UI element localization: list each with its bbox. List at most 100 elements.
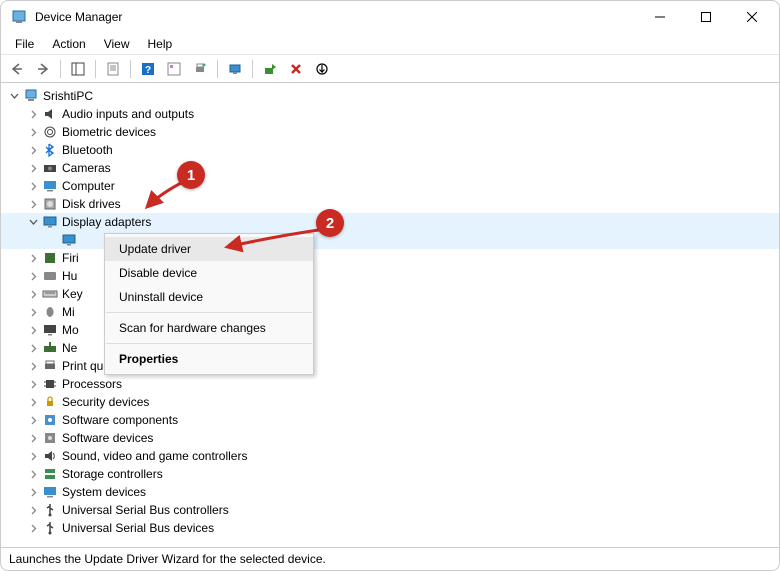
ctx-uninstall-device[interactable]: Uninstall device (105, 285, 313, 309)
node-label: Ne (62, 341, 77, 355)
node-usb[interactable]: Universal Serial Bus devices (1, 519, 779, 537)
expand-closed-icon[interactable] (26, 251, 40, 265)
node-label: Processors (62, 377, 122, 391)
node-computer[interactable]: Computer (1, 177, 779, 195)
annotation-arrow-2 (221, 223, 331, 255)
expand-closed-icon[interactable] (26, 197, 40, 211)
toolbar-separator (217, 60, 218, 78)
menu-view[interactable]: View (96, 35, 138, 53)
ctx-separator (106, 343, 312, 344)
node-label: Mi (62, 305, 75, 319)
expand-closed-icon[interactable] (26, 449, 40, 463)
help-button[interactable]: ? (136, 57, 160, 81)
node-label: Audio inputs and outputs (62, 107, 194, 121)
node-label: Biometric devices (62, 125, 156, 139)
softcomp-icon (42, 412, 58, 428)
expand-closed-icon[interactable] (26, 287, 40, 301)
expand-closed-icon[interactable] (26, 395, 40, 409)
scan-hardware-button[interactable] (223, 57, 247, 81)
node-label: Computer (62, 179, 115, 193)
device-tree[interactable]: SrishtiPC Audio inputs and outputs Biometr… (1, 83, 779, 548)
expand-closed-icon[interactable] (26, 341, 40, 355)
node-label: Security devices (62, 395, 149, 409)
firmware-icon (42, 250, 58, 266)
menu-action[interactable]: Action (44, 35, 93, 53)
softdev-icon (42, 430, 58, 446)
properties-button[interactable] (101, 57, 125, 81)
node-camera[interactable]: Cameras (1, 159, 779, 177)
node-storage[interactable]: Storage controllers (1, 465, 779, 483)
monitor-icon (42, 322, 58, 338)
node-label: Display adapters (62, 215, 151, 229)
node-audio[interactable]: Audio inputs and outputs (1, 105, 779, 123)
node-processor[interactable]: Processors (1, 375, 779, 393)
security-icon (42, 394, 58, 410)
update-driver-button[interactable] (258, 57, 282, 81)
ctx-properties[interactable]: Properties (105, 347, 313, 371)
node-display[interactable]: Display adapters (1, 213, 779, 231)
close-button[interactable] (729, 1, 775, 33)
expand-none (45, 233, 59, 247)
processor-icon (42, 376, 58, 392)
disable-button[interactable] (310, 57, 334, 81)
toolbar-separator (60, 60, 61, 78)
expand-closed-icon[interactable] (26, 107, 40, 121)
expand-closed-icon[interactable] (26, 125, 40, 139)
pc-icon (23, 88, 39, 104)
network-icon (42, 340, 58, 356)
node-label: SrishtiPC (43, 89, 93, 103)
node-system[interactable]: System devices (1, 483, 779, 501)
expand-closed-icon[interactable] (26, 305, 40, 319)
expand-closed-icon[interactable] (26, 503, 40, 517)
expand-closed-icon[interactable] (26, 179, 40, 193)
expand-closed-icon[interactable] (26, 413, 40, 427)
ctx-disable-device[interactable]: Disable device (105, 261, 313, 285)
expand-closed-icon[interactable] (26, 323, 40, 337)
back-button[interactable] (5, 57, 29, 81)
menu-file[interactable]: File (7, 35, 42, 53)
print-button[interactable] (188, 57, 212, 81)
toolbar: ? (1, 55, 779, 83)
node-sound[interactable]: Sound, video and game controllers (1, 447, 779, 465)
expand-closed-icon[interactable] (26, 485, 40, 499)
node-bluetooth[interactable]: Bluetooth (1, 141, 779, 159)
expand-closed-icon[interactable] (26, 431, 40, 445)
node-label: Firi (62, 251, 79, 265)
menu-help[interactable]: Help (140, 35, 181, 53)
show-hide-tree-button[interactable] (66, 57, 90, 81)
node-biometric[interactable]: Biometric devices (1, 123, 779, 141)
expand-closed-icon[interactable] (26, 143, 40, 157)
node-usb[interactable]: Universal Serial Bus controllers (1, 501, 779, 519)
expand-closed-icon[interactable] (26, 359, 40, 373)
bluetooth-icon (42, 142, 58, 158)
mouse-icon (42, 304, 58, 320)
expand-closed-icon[interactable] (26, 467, 40, 481)
uninstall-button[interactable] (284, 57, 308, 81)
maximize-button[interactable] (683, 1, 729, 33)
minimize-button[interactable] (637, 1, 683, 33)
node-softcomp[interactable]: Software components (1, 411, 779, 429)
node-label: Universal Serial Bus devices (62, 521, 214, 535)
audio-icon (42, 106, 58, 122)
expand-closed-icon[interactable] (26, 521, 40, 535)
storage-icon (42, 466, 58, 482)
menubar: File Action View Help (1, 33, 779, 55)
status-bar: Launches the Update Driver Wizard for th… (1, 548, 779, 570)
node-softdev[interactable]: Software devices (1, 429, 779, 447)
expand-closed-icon[interactable] (26, 269, 40, 283)
annotation-badge-1: 1 (177, 161, 205, 189)
hid-icon (42, 268, 58, 284)
ctx-scan-hardware[interactable]: Scan for hardware changes (105, 316, 313, 340)
toolbar-separator (95, 60, 96, 78)
expand-open-icon[interactable] (26, 215, 40, 229)
node-disk[interactable]: Disk drives (1, 195, 779, 213)
forward-button[interactable] (31, 57, 55, 81)
node-label: Software components (62, 413, 178, 427)
expand-closed-icon[interactable] (26, 161, 40, 175)
expand-open-icon[interactable] (7, 89, 21, 103)
node-security[interactable]: Security devices (1, 393, 779, 411)
action-button[interactable] (162, 57, 186, 81)
usb-icon (42, 520, 58, 536)
root-node[interactable]: SrishtiPC (1, 87, 779, 105)
expand-closed-icon[interactable] (26, 377, 40, 391)
